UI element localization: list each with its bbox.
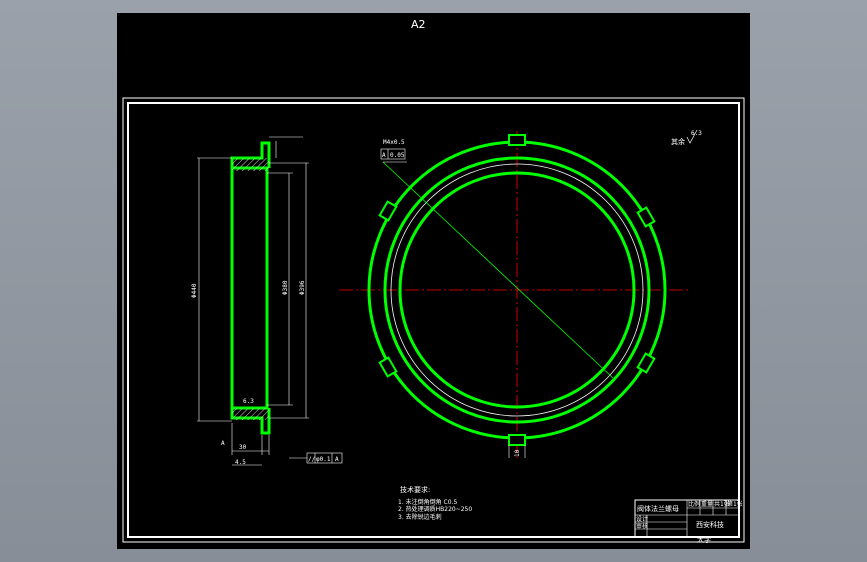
- leader-line: [382, 161, 614, 379]
- roughness-text: 其余: [671, 137, 685, 146]
- flatness-value: 0.05: [390, 152, 405, 159]
- top-hatch: [232, 158, 269, 171]
- dim-inner-label: Φ380: [282, 280, 289, 295]
- tb-checker: 审核: [636, 522, 648, 530]
- side-section-view[interactable]: Φ440 Φ380 Φ396 30 4.5 6.3 A // φ0.1 A: [191, 136, 343, 466]
- datum-marker: A: [221, 440, 225, 447]
- drawing-canvas: A2 Φ440 Φ380 Φ396 30 4.5 6.3 A // φ0.1 A…: [122, 18, 745, 544]
- roughness-symbol: 其余 6.3: [671, 129, 702, 146]
- slot-left-top: [378, 200, 398, 222]
- slot-top: [508, 134, 526, 146]
- slot-left-bottom: [378, 356, 398, 378]
- tb-col2: 重量: [701, 500, 713, 508]
- technical-notes: 技术要求: 1. 未注倒角倒角 C0.5 2. 热处理调质HB220~250 3…: [398, 485, 472, 521]
- tolerance-frame: // φ0.1 A: [289, 452, 343, 464]
- tb-school: 西安科技: [696, 520, 724, 529]
- cad-viewport[interactable]: A2 Φ440 Φ380 Φ396 30 4.5 6.3 A // φ0.1 A…: [0, 0, 867, 562]
- dim-right-label: Φ396: [299, 280, 306, 295]
- flatness-frame: A 0.05: [380, 148, 406, 160]
- dim-bottom-small-label: 4.5: [235, 459, 246, 466]
- roughness-value: 6.3: [691, 130, 702, 137]
- sheet-title: A2: [411, 18, 426, 31]
- bottom-hatch: [232, 408, 269, 420]
- slot-right-top: [636, 206, 656, 228]
- dim-bottom-label: 30: [239, 444, 247, 451]
- notes-heading: 技术要求:: [400, 485, 430, 494]
- note-item: 1. 未注倒角倒角 C0.5: [398, 498, 457, 506]
- note-item: 3. 去除锐边毛刺: [398, 513, 442, 521]
- slot-right-bottom: [636, 352, 656, 374]
- section-roughness: 6.3: [243, 398, 254, 405]
- outer-border: [122, 97, 745, 543]
- drawing-sheet[interactable]: A2 Φ440 Φ380 Φ396 30 4.5 6.3 A // φ0.1 A…: [117, 13, 750, 549]
- tb-university: 大学: [697, 535, 711, 544]
- tolerance-symbol: //: [308, 456, 316, 463]
- tb-col4: 第1张: [727, 500, 743, 508]
- front-circular-view[interactable]: 10 M4x0.5 A 0.05: [339, 131, 691, 458]
- slot-bottom: [508, 434, 526, 446]
- section-body: [230, 166, 269, 410]
- tb-part-name: 阀体法兰螺母: [637, 504, 679, 513]
- leader-label: M4x0.5: [383, 139, 405, 146]
- flatness-datum: A: [382, 152, 386, 159]
- tolerance-value: φ0.1: [316, 456, 331, 463]
- note-item: 2. 热处理调质HB220~250: [398, 505, 472, 513]
- tb-col1: 比例: [688, 500, 700, 508]
- dim-left-label: Φ440: [191, 283, 198, 298]
- slot-dim-label: 10: [514, 449, 521, 457]
- tb-designer: 设计: [636, 515, 648, 523]
- tolerance-datum: A: [335, 456, 339, 463]
- title-block[interactable]: 阀体法兰螺母 比例 重量 共1张 第1张 设计 审核 西安科技 大学: [634, 499, 743, 544]
